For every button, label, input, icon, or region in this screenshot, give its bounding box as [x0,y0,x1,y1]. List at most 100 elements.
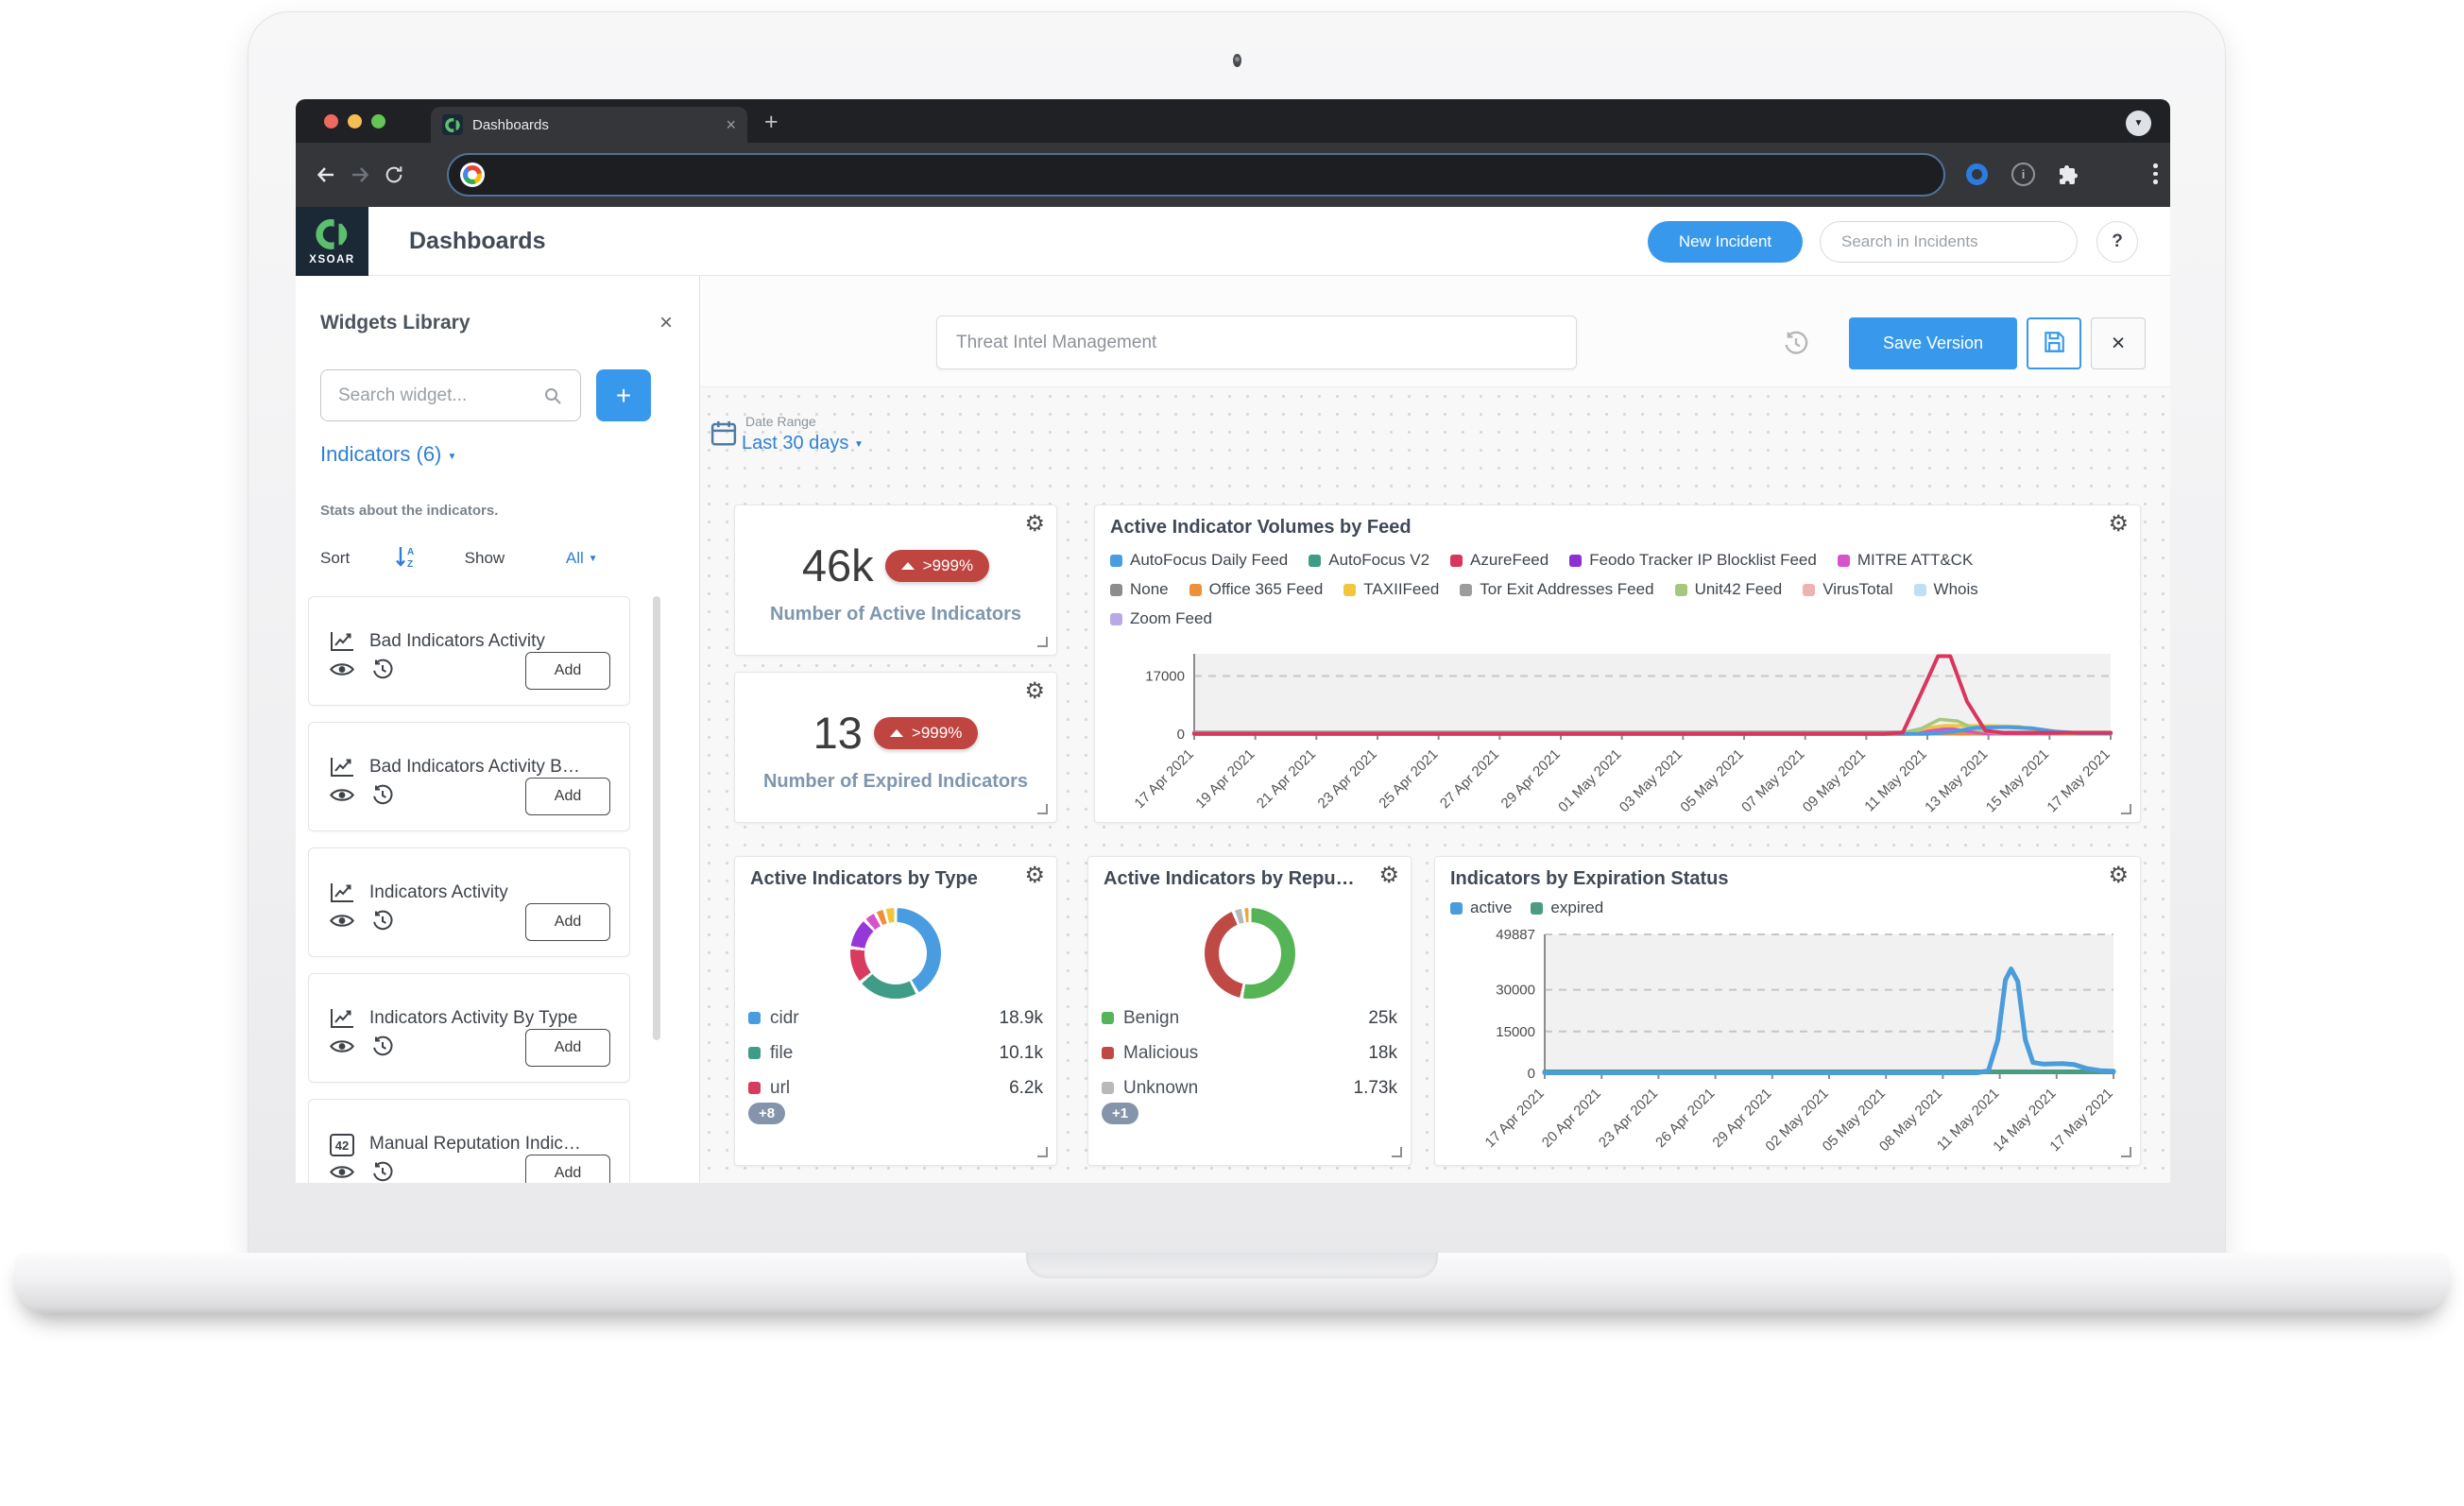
history-icon[interactable] [371,659,394,686]
widget-item-title: Manual Reputation Indic… [369,1134,581,1155]
resize-handle-icon[interactable] [2121,804,2131,814]
legend-item: Zoom Feed [1110,609,1212,628]
widget-settings-gear-icon[interactable]: ⚙ [1024,680,1045,703]
widget-list: Bad Indicators ActivityAdd Bad Indicators… [308,596,642,1183]
resize-handle-icon[interactable] [1037,804,1048,814]
add-button[interactable]: Add [525,1155,610,1183]
window-zoom-button[interactable] [371,114,385,128]
date-range-dropdown[interactable]: Last 30 days ▼ [742,433,864,454]
trend-up-icon [901,562,915,570]
chevron-down-icon: ▼ [854,439,864,450]
more-items-badge[interactable]: +1 [1102,1103,1138,1124]
widget-item-title: Indicators Activity By Type [369,1008,577,1029]
legend-item: AutoFocus Daily Feed [1110,551,1288,570]
category-dropdown[interactable]: Indicators (6) ▼ [320,442,456,467]
expiration-chart: 498873000015000017 Apr 202120 Apr 202123… [1443,925,2132,1164]
tab-search-icon[interactable]: ▼ [2126,111,2151,136]
library-scrollbar[interactable] [653,596,660,1040]
widgets-library-close-icon[interactable]: × [659,310,673,336]
svg-text:25 Apr 2021: 25 Apr 2021 [1376,746,1441,812]
sort-az-icon[interactable]: AZ [394,555,421,573]
chevron-down-icon: ▼ [448,452,457,462]
add-button[interactable]: Add [525,652,610,690]
sort-show-row: Sort AZ Show All ▼ [320,544,651,573]
save-disk-button[interactable] [2027,317,2081,369]
resize-handle-icon[interactable] [1037,1147,1048,1157]
widget-library-item[interactable]: Bad Indicators Activity B…Add [308,722,630,831]
svg-text:A: A [407,547,414,557]
new-tab-icon[interactable]: + [764,109,779,136]
extension-ring-icon[interactable] [1966,163,1988,185]
chart-legend: Benign25kMalicious18kUnknown1.73k [1102,1001,1397,1105]
resize-handle-icon[interactable] [1037,637,1048,647]
widget-search-input[interactable] [320,369,581,421]
incident-search-input[interactable] [1820,221,2078,263]
xsoar-logo[interactable]: XSOAR [296,207,368,276]
legend-item: Whois [1914,580,1978,599]
legend-item: Benign25k [1102,1001,1397,1035]
widget-library-item[interactable]: Bad Indicators ActivityAdd [308,596,630,706]
widgets-library-title: Widgets Library [320,312,471,334]
widget-library-item[interactable]: 42 Manual Reputation Indic…Add [308,1099,630,1183]
history-icon[interactable] [371,1161,394,1183]
add-button[interactable]: Add [525,778,610,815]
save-version-button[interactable]: Save Version [1849,317,2017,369]
preview-eye-icon[interactable] [330,1164,354,1183]
svg-text:05 May 2021: 05 May 2021 [1677,746,1746,814]
show-label: Show [465,549,505,567]
forward-icon[interactable] [343,158,377,192]
browser-menu-icon[interactable] [2153,163,2158,184]
history-icon[interactable] [371,784,394,812]
reload-icon[interactable] [377,158,411,192]
add-button[interactable]: Add [525,903,610,941]
undo-history-icon[interactable] [1783,331,1809,362]
resize-handle-icon[interactable] [1392,1147,1402,1157]
extensions-puzzle-icon[interactable] [2057,163,2079,191]
window-minimize-button[interactable] [348,114,362,128]
widget-library-item[interactable]: Indicators Activity By TypeAdd [308,973,630,1083]
dashboard-name-input[interactable] [936,316,1577,369]
tab-close-icon[interactable]: × [726,116,736,133]
widget-settings-gear-icon[interactable]: ⚙ [1378,864,1399,887]
history-icon[interactable] [371,910,394,937]
window-close-button[interactable] [324,114,338,128]
help-button[interactable]: ? [2096,221,2138,263]
stat-label: Number of Active Indicators [735,604,1056,625]
legend-item: Unit42 Feed [1675,580,1783,599]
preview-eye-icon[interactable] [330,1038,354,1059]
show-filter-dropdown[interactable]: All ▼ [566,549,598,567]
search-icon [543,386,562,410]
close-dashboard-button[interactable]: × [2091,317,2146,369]
browser-tab[interactable]: Dashboards × [431,107,747,143]
new-incident-button[interactable]: New Incident [1648,221,1803,263]
browser-toolbar: i [296,143,2170,207]
info-circle-icon[interactable]: i [2011,163,2035,186]
donut-chart [1205,908,1295,999]
widget-settings-gear-icon[interactable]: ⚙ [2108,513,2129,536]
legend-item: AzureFeed [1450,551,1549,570]
svg-text:0: 0 [1177,727,1185,743]
widget-settings-gear-icon[interactable]: ⚙ [2108,864,2129,887]
legend-item: VirusTotal [1803,580,1892,599]
trend-badge: >999% [885,550,989,582]
widget-title: Active Indicator Volumes by Feed [1110,517,1412,539]
trend-up-icon [890,729,903,737]
add-button[interactable]: Add [525,1029,610,1067]
resize-handle-icon[interactable] [2121,1147,2131,1157]
more-items-badge[interactable]: +8 [748,1103,785,1124]
widget-settings-gear-icon[interactable]: ⚙ [1024,513,1045,536]
add-widget-button[interactable]: + [596,369,651,421]
widget-library-item[interactable]: Indicators ActivityAdd [308,847,630,957]
number-42-icon: 42 [330,1134,354,1156]
preview-eye-icon[interactable] [330,913,354,933]
history-icon[interactable] [371,1035,394,1063]
back-icon[interactable] [309,158,343,192]
preview-eye-icon[interactable] [330,787,354,808]
address-bar[interactable] [447,153,1945,197]
widget-settings-gear-icon[interactable]: ⚙ [1024,864,1045,887]
brand-text: XSOAR [309,254,354,265]
app-header: XSOAR Dashboards New Incident ? [296,207,2170,276]
legend-item: active [1450,898,1512,917]
google-logo-icon [460,163,485,187]
preview-eye-icon[interactable] [330,661,354,682]
